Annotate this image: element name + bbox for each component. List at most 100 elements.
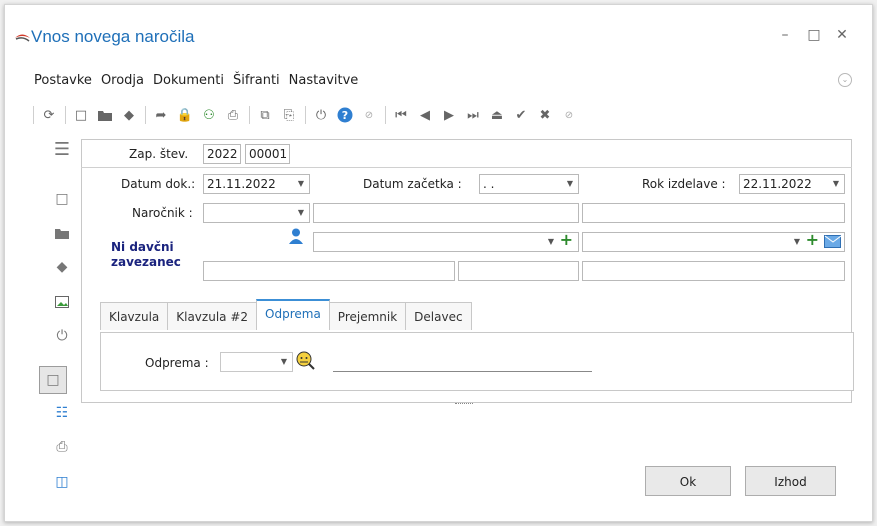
rok-izdelave-input[interactable]: 22.11.2022 ▼ [739,174,845,194]
search-person-icon[interactable] [295,350,315,373]
zap-stev-label: Zap. štev. [129,147,189,161]
datum-zacetka-label: Datum začetka : [363,177,462,191]
minimize-button[interactable]: – [776,27,794,43]
tab-prejemnik[interactable]: Prejemnik [328,302,407,330]
dropdown-arrow-icon[interactable]: ▼ [298,175,304,193]
last-record-icon[interactable]: ⏭ [463,106,483,124]
add-contact-icon[interactable]: + [560,233,573,249]
lock-icon[interactable]: 🔒 [175,106,195,124]
narocnik-label: Naročnik : [132,206,193,220]
folder-icon[interactable] [51,222,73,244]
splitter-grip[interactable] [455,403,473,405]
previous-record-icon[interactable]: ◀ [415,106,435,124]
eject-icon[interactable]: ⏏ [487,106,507,124]
ni-davcni-line1: Ni davčni [111,240,174,254]
tab-delavec[interactable]: Delavec [405,302,472,330]
odprema-label: Odprema : [145,356,209,370]
menu-postavke[interactable]: Postavke [34,73,92,88]
rok-izdelave-value: 22.11.2022 [743,177,812,191]
toolbar-separator [65,106,66,124]
tab-klavzula-2[interactable]: Klavzula #2 [167,302,258,330]
narocnik-code-select[interactable]: ▼ [203,203,310,223]
add-email-icon[interactable]: + [806,233,819,249]
izhod-button[interactable]: Izhod [745,466,836,496]
eraser-icon[interactable]: ◆ [51,256,73,278]
menu-bar: Postavke Orodja Dokumenti Šifranti Nasta… [34,73,367,88]
email-select[interactable]: ▼ + [582,232,845,252]
dropdown-arrow-icon[interactable]: ▼ [298,204,304,222]
search-list-icon[interactable]: ☷ [51,402,73,424]
first-record-icon[interactable]: ⏮ [391,106,411,124]
new-document-icon[interactable]: □ [51,188,73,210]
toolbar-grip [33,106,34,124]
toolbar-separator [305,106,306,124]
image-icon[interactable] [51,291,73,313]
datum-zacetka-input[interactable]: . . ▼ [479,174,579,194]
datum-dok-label: Datum dok.: [121,177,196,191]
svg-text:?: ? [342,109,348,122]
collapse-ribbon-icon[interactable]: ⌄ [838,73,852,87]
columns-icon[interactable]: ◫ [51,471,73,493]
copy-icon[interactable]: ⧉ [255,106,275,124]
tab-odprema[interactable]: Odprema [256,299,330,330]
ni-davcni-line2: zavezanec [111,255,181,269]
users-icon[interactable]: ⚇ [199,106,219,124]
odprema-description-line [333,371,592,372]
dialog-window: Vnos novega naročila – □ ✕ Postavke Orod… [4,4,873,522]
print-icon[interactable]: ⎙ [223,106,243,124]
menu-sifranti[interactable]: Šifranti [233,73,280,88]
expand-icon[interactable]: ⊘ [359,106,379,124]
help-icon[interactable]: ? [335,106,355,124]
odprema-select[interactable]: ▼ [220,352,293,372]
zap-number-input[interactable]: 00001 [245,144,290,164]
cancel-icon[interactable]: ✖ [535,106,555,124]
power-icon[interactable]: ⏻ [51,325,73,347]
datum-zacetka-value: . . [483,177,495,191]
tab-strip: Klavzula Klavzula #2 Odprema Prejemnik D… [100,299,472,332]
contact-select[interactable]: ▼ + [313,232,579,252]
datum-dok-input[interactable]: 21.11.2022 ▼ [203,174,310,194]
more-icon[interactable]: ⊘ [559,106,579,124]
confirm-icon[interactable]: ✔ [511,106,531,124]
open-folder-icon[interactable] [95,106,115,124]
ok-button[interactable]: Ok [645,466,731,496]
close-button[interactable]: ✕ [833,27,851,43]
dropdown-arrow-icon[interactable]: ▼ [567,175,573,193]
app-logo-icon [15,32,30,42]
menu-orodja[interactable]: Orodja [101,73,144,88]
dropdown-arrow-icon[interactable]: ▼ [833,175,839,193]
menu-nastavitve[interactable]: Nastavitve [289,73,359,88]
power-icon[interactable]: ⏻ [311,106,331,124]
forward-arrow-icon[interactable]: ➦ [151,106,171,124]
mail-icon[interactable] [824,234,842,251]
maximize-button[interactable]: □ [805,27,823,43]
zap-number-value: 00001 [249,147,288,161]
menu-dokumenti[interactable]: Dokumenti [153,73,224,88]
dropdown-arrow-icon[interactable]: ▼ [548,233,554,251]
person-icon[interactable] [289,228,303,247]
window-title: Vnos novega naročila [31,27,195,46]
hamburger-menu-icon[interactable]: ☰ [51,138,73,160]
toolbar-separator [145,106,146,124]
narocnik-extra-input[interactable] [582,203,845,223]
divider [81,167,852,168]
dropdown-arrow-icon[interactable]: ▼ [281,353,287,371]
postal-input[interactable] [458,261,579,281]
next-record-icon[interactable]: ▶ [439,106,459,124]
new-record-icon[interactable]: □ [39,366,67,394]
toolbar-separator [249,106,250,124]
datum-dok-value: 21.11.2022 [207,177,276,191]
zap-year-input[interactable]: 2022 [203,144,241,164]
odprema-tab-panel [100,332,854,391]
paste-icon[interactable]: ⎘ [279,106,299,124]
new-document-icon[interactable]: □ [71,106,91,124]
dropdown-arrow-icon[interactable]: ▼ [794,233,800,251]
address-input[interactable] [203,261,455,281]
narocnik-name-input[interactable] [313,203,579,223]
printer-icon[interactable]: ⎙ [51,436,73,458]
city-input[interactable] [582,261,845,281]
refresh-icon[interactable]: ⟳ [39,106,59,124]
tab-klavzula[interactable]: Klavzula [100,302,169,330]
zap-year-value: 2022 [207,147,238,161]
eraser-icon[interactable]: ◆ [119,106,139,124]
